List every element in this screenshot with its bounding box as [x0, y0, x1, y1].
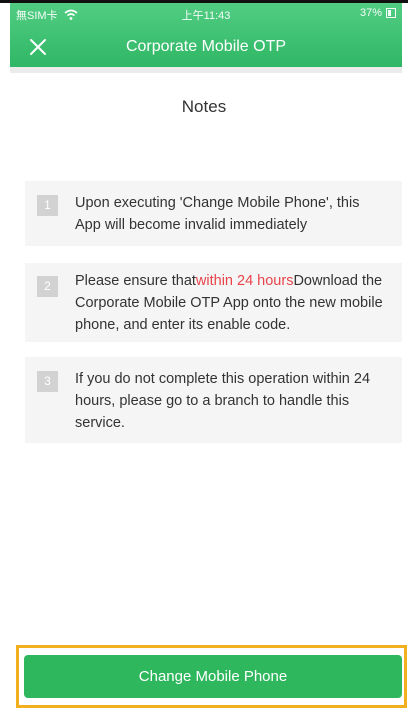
app-header: 無SIM卡 上午11:43 37% Corporate Mobile OTP: [10, 3, 402, 67]
note-text-highlight: within 24 hours: [195, 273, 294, 289]
change-mobile-phone-button[interactable]: Change Mobile Phone: [24, 655, 402, 698]
note-card-2: 2 Please ensure thatwithin 24 hoursDownl…: [25, 263, 402, 342]
status-time: 上午11:43: [181, 10, 231, 22]
battery-icon: [386, 8, 396, 18]
note-number-badge: 2: [37, 276, 58, 297]
note-text: Please ensure thatwithin 24 hoursDownloa…: [75, 270, 388, 336]
note-card-3: 3 If you do not complete this operation …: [25, 357, 402, 443]
header-title: Corporate Mobile OTP: [125, 38, 287, 55]
header-divider: [10, 67, 402, 73]
battery-percent: 37%: [359, 7, 382, 19]
note-card-1: 1 Upon executing 'Change Mobile Phone', …: [25, 181, 402, 246]
note-text-part: Please ensure that: [75, 273, 196, 289]
note-text: Upon executing 'Change Mobile Phone', th…: [75, 195, 360, 233]
note-number-badge: 3: [37, 371, 58, 392]
nav-bar: Corporate Mobile OTP: [10, 25, 402, 67]
note-text: If you do not complete this operation wi…: [75, 371, 371, 431]
battery-indicator: 37%: [360, 7, 396, 19]
note-number-badge: 1: [37, 195, 58, 216]
page-title: Notes: [181, 97, 227, 116]
status-bar: 無SIM卡 上午11:43 37%: [10, 3, 402, 23]
